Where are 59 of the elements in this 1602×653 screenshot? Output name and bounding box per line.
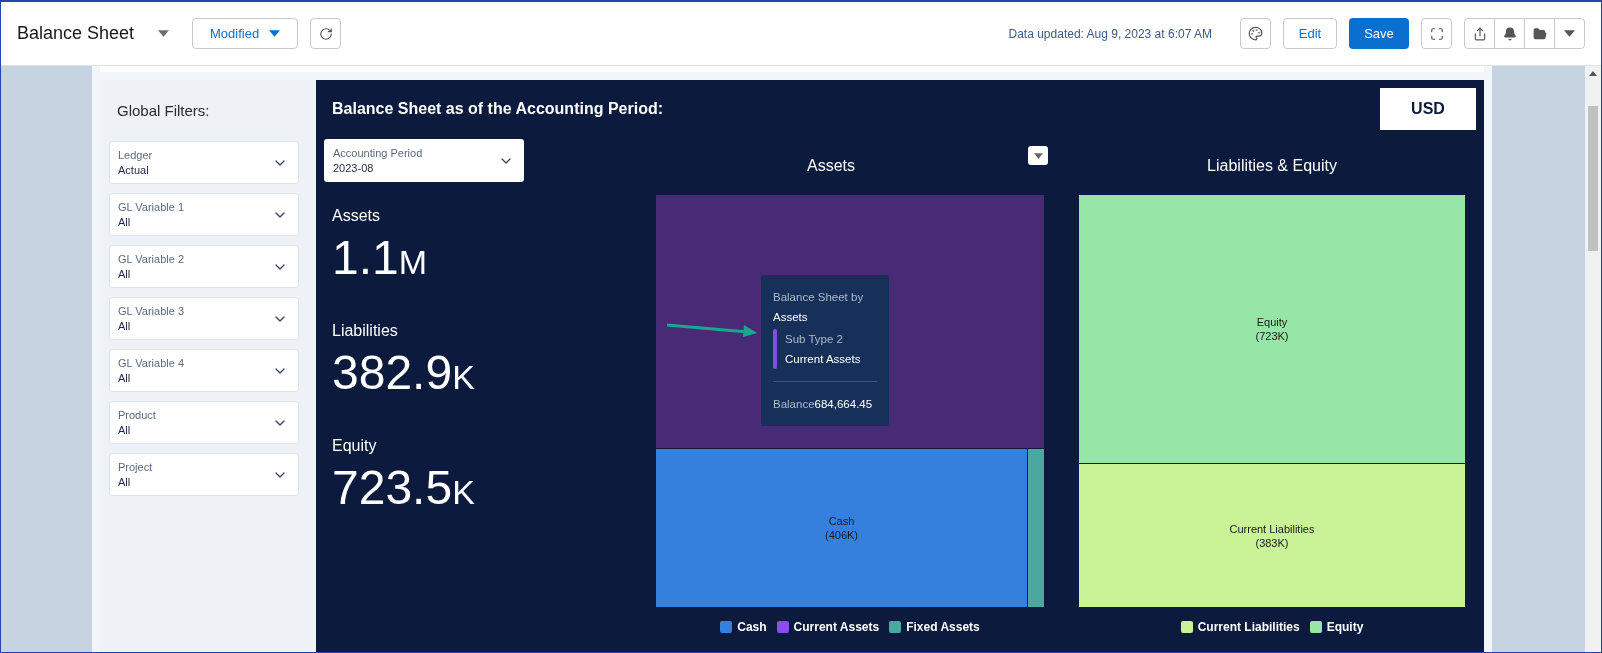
folder-icon [1532,26,1547,41]
kpi-label: Assets [332,206,380,226]
legend-label: Cash [737,619,767,636]
legend-label: Equity [1326,619,1364,636]
chart-title: Assets [807,156,855,176]
bell-icon [1502,26,1517,41]
refresh-icon [318,26,333,41]
scrollbar-thumb[interactable] [1588,106,1598,251]
treemap-tile[interactable] [1028,449,1044,607]
edit-button[interactable]: Edit [1283,18,1337,49]
refresh-button[interactable] [310,18,342,49]
save-button[interactable]: Save [1349,18,1409,49]
tile-label: Cash (406K) [825,514,858,543]
filter-dropdown[interactable]: GL Variable 2 All [109,245,299,288]
kpi-value: 1.1M [332,230,428,286]
share-button[interactable] [1464,18,1495,49]
filter-dropdown[interactable]: Ledger Actual [109,141,299,184]
caret-icon [269,30,281,37]
treemap-tile[interactable]: Current Liabilities (383K) [1079,464,1465,607]
kpi-label: Equity [332,436,377,456]
filters-title: Global Filters: [116,101,210,121]
data-updated-text: Data updated: Aug 9, 2023 at 6:07 AM [1008,25,1212,43]
dashboard-title: Balance Sheet [17,22,135,45]
treemap-tile[interactable]: Cash (406K) [656,449,1027,607]
panel-title: Balance Sheet as of the Accounting Period: [332,99,664,119]
period-dropdown[interactable]: Accounting Period 2023-08 [324,139,524,182]
kpi-label: Liabilities [332,321,398,341]
expand-icon [1429,26,1444,41]
share-icon [1472,26,1487,41]
chart-menu-button[interactable] [1028,146,1048,165]
filter-dropdown[interactable]: GL Variable 3 All [109,297,299,340]
legend-label: Fixed Assets [906,619,980,636]
filter-dropdown[interactable]: Project All [109,453,299,496]
open-button[interactable] [1524,18,1555,49]
kpi-value: 382.9K [332,345,475,401]
caret-icon [1564,30,1575,37]
arrow-icon [666,323,758,337]
filter-dropdown[interactable]: Product All [109,401,299,444]
more-button[interactable] [1554,18,1585,49]
scrollbar[interactable] [1585,66,1601,652]
chart-tooltip: Balance Sheet by Assets Sub Type 2 Current Assets Balance684,664.45 [761,275,889,426]
filter-dropdown[interactable]: GL Variable 1 All [109,193,299,236]
fullscreen-button[interactable] [1421,18,1452,49]
legend-label: Current Assets [793,619,880,636]
chart-title: Liabilities & Equity [1207,156,1337,176]
legend-label: Current Liabilities [1197,619,1300,636]
caret-icon [157,30,169,37]
palette-icon [1248,26,1263,41]
currency-label: USD [1380,88,1476,130]
filter-dropdown[interactable]: GL Variable 4 All [109,349,299,392]
tile-label: Current Liabilities (383K) [1229,521,1315,550]
theme-button[interactable] [1240,18,1271,49]
caret-icon [1589,71,1597,76]
treemap-tile[interactable]: Equity (723K) [1079,195,1465,463]
kpi-value: 723.5K [332,460,475,516]
tile-label: Equity (723K) [1255,315,1289,343]
view-dropdown[interactable]: Modified [192,18,299,49]
subscribe-button[interactable] [1494,18,1525,49]
caret-icon [1033,152,1043,159]
